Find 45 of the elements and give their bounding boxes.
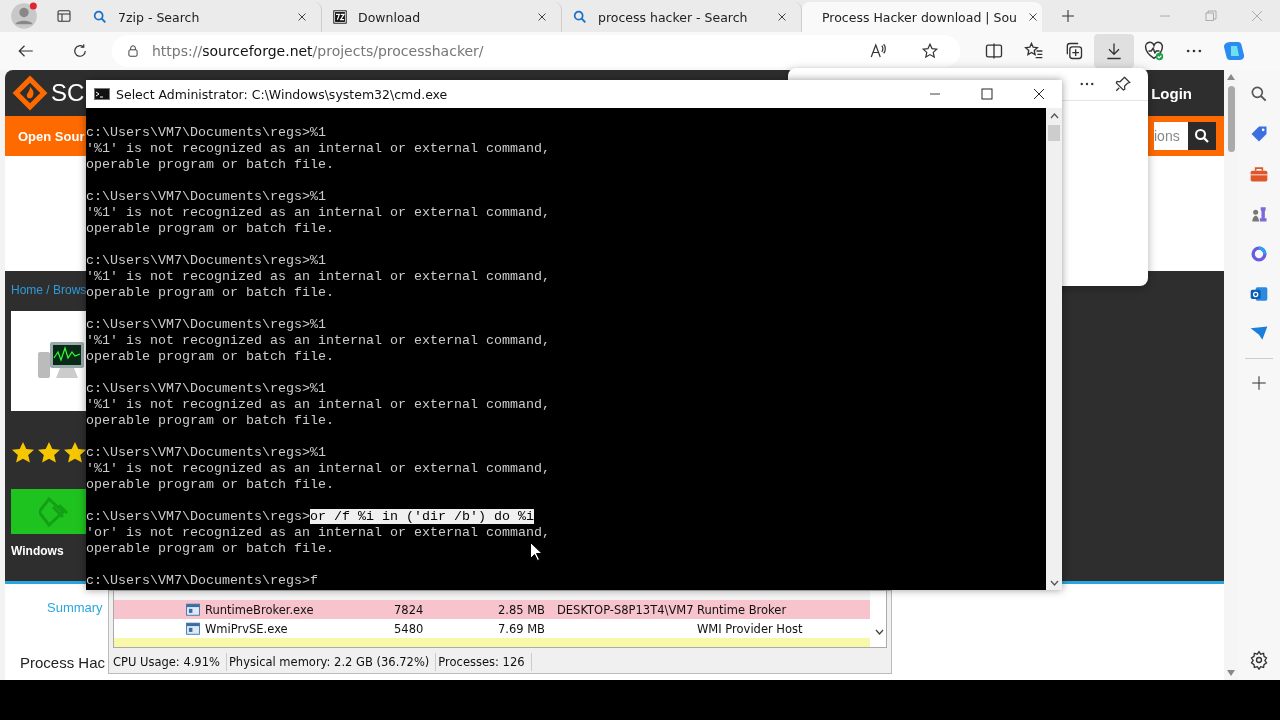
breadcrumb-link[interactable]: Home / Brows [11,283,87,301]
console-prompt: c:\Users\VM7\Documents\regs> [86,509,310,524]
address-bar[interactable]: https://sourceforge.net/projects/processhacker/ [112,35,960,67]
url-text: https://sourceforge.net/projects/processhacker/ [152,43,485,59]
login-link[interactable]: Login [1151,84,1192,102]
console-line: c:\Users\VM7\Documents\regs>%1 [86,253,326,268]
console-line: operable program or batch file. [86,285,334,300]
table-cell-text: Runtime Broker [697,602,788,617]
status-text: Physical memory: 2.2 GB (36.72%) [226,653,437,671]
window-title: Select Administrator: C:\Windows\system32\cmd.exe [116,86,449,102]
status-text: CPU Usage: 4.91% [111,653,227,671]
console-line: 'or' is not recognized as an internal or external command, [86,525,550,540]
table-cell-text: 5480 [394,621,425,636]
table-cell-text: WMI Provider Host [697,621,804,636]
console-line: '%1' is not recognized as an internal or external command, [86,397,550,412]
console-line: c:\Users\VM7\Documents\regs>%1 [86,125,326,140]
project-title: Process Hac [20,654,106,671]
console-line: operable program or batch file. [86,413,334,428]
console-line: '%1' is not recognized as an internal or external command, [86,141,550,156]
logo-text: SC [51,79,85,107]
process-row[interactable]: RuntimeBroker.exe 7824 2.85 MB DESKTOP-S8P13T4\VM7 Runtime Broker [114,600,870,619]
console-line: c:\Users\VM7\Documents\regs>%1 [86,445,326,460]
console-line: '%1' is not recognized as an internal or external command, [86,333,550,348]
console-line: c:\Users\VM7\Documents\regs>%1 [86,189,326,204]
table-cell-text: RuntimeBroker.exe [205,602,315,617]
console-line: c:\Users\VM7\Documents\regs>%1 [86,381,326,396]
console-line: '%1' is not recognized as an internal or external command, [86,461,550,476]
console-line: c:\Users\VM7\Documents\regs>f [86,573,318,588]
status-text: Processes: 126 [436,653,532,671]
table-cell-text: 2.85 MB [496,602,545,617]
console-line: operable program or batch file. [86,541,334,556]
console-line: c:\Users\VM7\Documents\regs>%1 [86,317,326,332]
table-cell-text: DESKTOP-S8P13T4\VM7 [557,602,695,617]
browser-tab[interactable]: Process Hacker download | Sou [802,2,1042,32]
console-line: '%1' is not recognized as an internal or external command, [86,269,550,284]
search-field[interactable]: ions [1154,122,1188,150]
console-line: operable program or batch file. [86,157,334,172]
table-cell-text: 7824 [394,602,425,617]
console-line: operable program or batch file. [86,349,334,364]
console-line: '%1' is not recognized as an internal or external command, [86,205,550,220]
table-cell-text: WmiPrvSE.exe [205,621,289,636]
console-line: operable program or batch file. [86,221,334,236]
console-line: operable program or batch file. [86,477,334,492]
table-cell-text: 7.69 MB [496,621,545,636]
platform-label: Windows [11,544,64,558]
